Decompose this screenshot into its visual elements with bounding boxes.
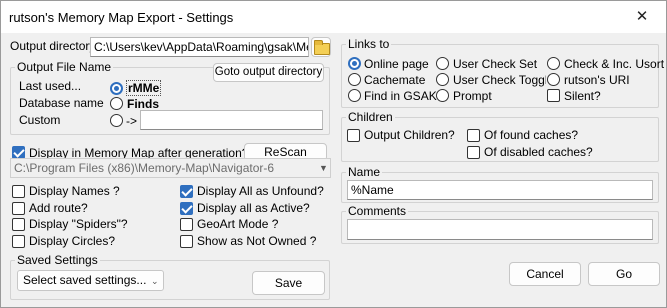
show-not-owned-label: Show as Not Owned ? [197, 234, 317, 248]
display-circles-label: Display Circles? [29, 234, 116, 248]
link-rutsons-uri-label: rutson's URI [564, 73, 630, 87]
add-route-checkbox[interactable] [12, 202, 25, 215]
memory-map-program-select[interactable]: C:\Program Files (x86)\Memory-Map\Naviga… [10, 158, 331, 178]
output-file-name-caption: Output File Name [15, 60, 114, 74]
last-used-label: Last used... [19, 79, 82, 93]
display-names-label: Display Names ? [29, 184, 120, 198]
saved-settings-caption: Saved Settings [15, 253, 100, 267]
close-icon[interactable]: ✕ [632, 7, 652, 25]
display-spiders-label: Display "Spiders"? [29, 217, 128, 231]
display-names-checkbox[interactable] [12, 185, 25, 198]
add-route-label: Add route? [29, 201, 88, 215]
children-caption: Children [346, 110, 395, 124]
last-used-radio[interactable] [110, 82, 123, 95]
output-children-label: Output Children? [364, 128, 455, 142]
database-name-label: Database name [19, 96, 104, 110]
title-bar: rutson's Memory Map Export - Settings ✕ [1, 1, 666, 33]
geoart-mode-checkbox[interactable] [180, 218, 193, 231]
link-user-check-set-label: User Check Set [453, 57, 538, 71]
save-button[interactable]: Save [252, 271, 325, 295]
name-caption: Name [346, 165, 383, 179]
links-to-caption: Links to [346, 37, 392, 51]
display-circles-checkbox[interactable] [12, 235, 25, 248]
link-find-in-gsak-radio[interactable] [348, 89, 361, 102]
output-directory-label: Output directory [10, 39, 96, 53]
browse-folder-button[interactable] [311, 37, 331, 57]
custom-arrow-label: -> [126, 114, 138, 128]
output-directory-input[interactable]: C:\Users\kev\AppData\Roaming\gsak\Mem [90, 37, 309, 57]
display-all-unfound-checkbox[interactable] [180, 185, 193, 198]
database-name-radio[interactable] [110, 97, 123, 110]
link-user-check-toggle-radio[interactable] [436, 73, 449, 86]
memory-map-program-path: C:\Program Files (x86)\Memory-Map\Naviga… [14, 161, 275, 175]
link-prompt-label: Prompt [453, 89, 492, 103]
link-check-inc-usort-label: Check & Inc. Usort [564, 57, 665, 71]
link-user-check-set-radio[interactable] [436, 57, 449, 70]
settings-window: rutson's Memory Map Export - Settings ✕ … [0, 0, 667, 308]
link-cachemate-label: Cachemate [364, 73, 426, 87]
go-button[interactable]: Go [588, 262, 660, 286]
saved-settings-select[interactable]: Select saved settings... [17, 270, 164, 291]
silent-checkbox[interactable] [547, 89, 560, 102]
window-title: rutson's Memory Map Export - Settings [9, 10, 234, 25]
link-find-in-gsak-label: Find in GSAK [364, 89, 437, 103]
disabled-caches-label: Of disabled caches? [484, 145, 593, 159]
link-cachemate-radio[interactable] [348, 73, 361, 86]
geoart-mode-label: GeoArt Mode ? [197, 217, 279, 231]
custom-label: Custom [19, 113, 61, 127]
display-all-active-label: Display all as Active? [197, 201, 310, 215]
goto-output-directory-button[interactable]: Goto output directory [213, 63, 324, 82]
cancel-button[interactable]: Cancel [509, 262, 581, 286]
link-online-page-radio[interactable] [348, 57, 361, 70]
found-caches-checkbox[interactable] [467, 129, 480, 142]
custom-radio[interactable] [110, 114, 123, 127]
chevron-down-icon: ⌄ [151, 276, 159, 286]
chevron-down-icon: ▼ [319, 163, 328, 173]
link-user-check-toggle-label: User Check Toggle [453, 73, 546, 87]
name-input[interactable]: %Name [347, 180, 653, 200]
found-caches-label: Of found caches? [484, 128, 579, 142]
link-rutsons-uri-radio[interactable] [547, 73, 560, 86]
display-all-unfound-label: Display All as Unfound? [197, 184, 324, 198]
silent-label: Silent? [564, 89, 601, 103]
folder-icon [314, 40, 330, 55]
output-children-checkbox[interactable] [347, 129, 360, 142]
comments-caption: Comments [346, 204, 409, 218]
display-spiders-checkbox[interactable] [12, 218, 25, 231]
link-prompt-radio[interactable] [436, 89, 449, 102]
link-online-page-label: Online page [364, 57, 429, 71]
display-all-active-checkbox[interactable] [180, 202, 193, 215]
database-name-value: Finds [127, 97, 159, 111]
show-not-owned-checkbox[interactable] [180, 235, 193, 248]
link-check-inc-usort-radio[interactable] [547, 57, 560, 70]
custom-filename-input[interactable] [140, 110, 323, 130]
last-used-value: rMMe [126, 80, 162, 96]
comments-input[interactable] [347, 219, 653, 240]
saved-settings-value: Select saved settings... [23, 273, 147, 287]
disabled-caches-checkbox[interactable] [467, 146, 480, 159]
